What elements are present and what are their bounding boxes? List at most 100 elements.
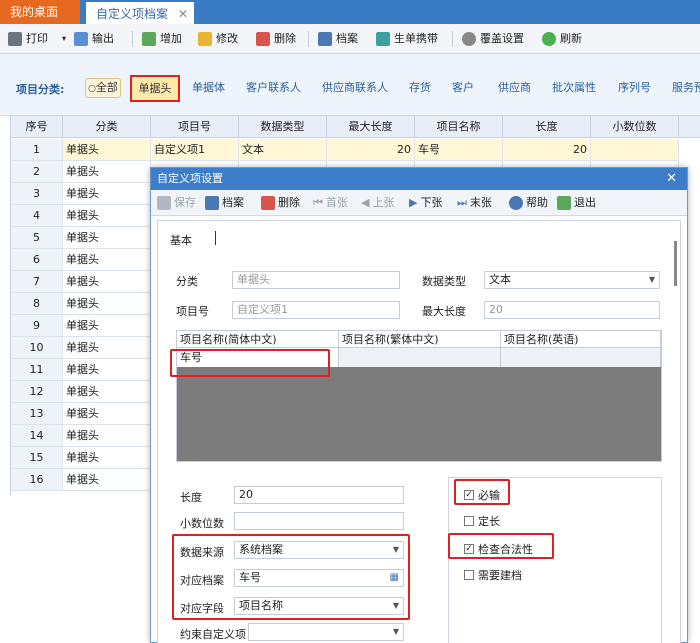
exit-icon <box>557 196 571 210</box>
add-button[interactable]: 增加 <box>142 30 182 48</box>
cell-name: 车号 <box>415 139 503 161</box>
dialog-body: 基本 分类 单据头 数据类型 文本 ▼ 项目号 自定义项1 最大长度 20 项目… <box>157 220 681 643</box>
col-header-name-en[interactable]: 项目名称(英语) <box>501 331 661 348</box>
save-button[interactable]: 保存 <box>157 195 196 211</box>
dialog-title-bar[interactable]: 自定义项设置 ✕ <box>151 168 687 190</box>
category-supplier-contact[interactable]: 供应商联系人 <box>322 79 388 95</box>
prev-icon: ◀ <box>361 196 370 209</box>
next-button[interactable]: ▶ 下张 <box>409 195 442 211</box>
dialog-title: 自定义项设置 <box>157 172 223 185</box>
cell-category: 单据头 <box>63 359 151 381</box>
category-doc-header[interactable]: 单据头 <box>130 75 180 102</box>
category-batch-attr[interactable]: 批次属性 <box>552 79 596 95</box>
radio-icon: ○ <box>88 84 96 94</box>
divider <box>132 31 133 47</box>
col-header-code[interactable]: 项目号 <box>151 116 239 138</box>
last-button[interactable]: ⏭ 末张 <box>457 195 492 211</box>
col-header-category[interactable]: 分类 <box>63 116 151 138</box>
chevron-down-icon[interactable]: ▾ <box>62 30 66 48</box>
gen-carrier-button[interactable]: 生单携带 <box>376 30 438 48</box>
refresh-button[interactable]: 刷新 <box>542 30 582 48</box>
checkbox-empty <box>464 570 474 580</box>
close-icon[interactable]: ✕ <box>178 2 188 26</box>
category-customer[interactable]: 客户 <box>452 79 474 95</box>
decimals-field[interactable] <box>234 512 404 530</box>
need-archive-checkbox[interactable]: 需要建档 <box>464 567 522 583</box>
scrollbar[interactable] <box>674 241 677 286</box>
cover-settings-button[interactable]: 覆盖设置 <box>462 30 524 48</box>
archive-button[interactable]: 档案 <box>318 30 358 48</box>
maxlen-field[interactable]: 20 <box>484 301 660 319</box>
row-number: 11 <box>11 359 63 381</box>
col-header-extra <box>679 116 700 138</box>
first-label: 首张 <box>325 196 348 209</box>
category-doc-body[interactable]: 单据体 <box>192 79 225 95</box>
dialog-delete-label: 删除 <box>278 196 300 209</box>
dialog-delete-button[interactable]: 删除 <box>261 195 300 211</box>
category-serial[interactable]: 序列号 <box>618 79 651 95</box>
tab-custom-item-archive[interactable]: 自定义项档案 ✕ <box>86 0 194 24</box>
cell-length: 20 <box>503 139 591 161</box>
col-header-name-tc[interactable]: 项目名称(繁体中文) <box>339 331 501 348</box>
col-header-decimals[interactable]: 小数位数 <box>591 116 679 138</box>
next-icon: ▶ <box>409 196 418 209</box>
delete-icon <box>261 196 275 210</box>
dialog-archive-button[interactable]: 档案 <box>205 195 244 211</box>
cell-category: 单据头 <box>63 447 151 469</box>
help-label: 帮助 <box>526 196 548 209</box>
tab-bar: 我的桌面 自定义项档案 ✕ <box>0 0 700 24</box>
prev-button[interactable]: ◀ 上张 <box>361 195 394 211</box>
dialog-archive-label: 档案 <box>222 196 244 209</box>
col-header-type[interactable]: 数据类型 <box>239 116 327 138</box>
col-header-name[interactable]: 项目名称 <box>415 116 503 138</box>
category-all[interactable]: ○全部 <box>85 78 121 98</box>
row-number: 1 <box>11 139 63 161</box>
save-label: 保存 <box>174 196 196 209</box>
category-inventory[interactable]: 存货 <box>409 79 431 95</box>
cover-settings-label: 覆盖设置 <box>480 32 524 45</box>
first-button[interactable]: ⏮ 首张 <box>313 195 348 211</box>
exit-button[interactable]: 退出 <box>557 195 596 211</box>
category-field[interactable]: 单据头 <box>232 271 400 289</box>
data-type-select[interactable]: 文本 ▼ <box>484 271 660 289</box>
name-en-cell[interactable] <box>501 348 661 367</box>
delete-label: 删除 <box>274 32 296 45</box>
col-header-name-sc[interactable]: 项目名称(简体中文) <box>177 331 339 348</box>
edit-button[interactable]: 修改 <box>198 30 238 48</box>
code-field[interactable]: 自定义项1 <box>232 301 400 319</box>
fixed-length-checkbox[interactable]: 定长 <box>464 513 500 529</box>
export-button[interactable]: 输出 <box>74 30 114 48</box>
row-number: 8 <box>11 293 63 315</box>
cell-decimals <box>591 139 679 161</box>
print-button[interactable]: 打印 ▾ <box>8 30 66 48</box>
category-supplier[interactable]: 供应商 <box>498 79 531 95</box>
highlight-box <box>448 533 554 559</box>
cell-category: 单据头 <box>63 139 151 161</box>
row-number: 5 <box>11 227 63 249</box>
divider <box>308 31 309 47</box>
constrain-select[interactable]: ▼ <box>248 623 404 641</box>
cell-category: 单据头 <box>63 205 151 227</box>
category-field-label: 分类 <box>176 275 198 288</box>
row-number: 4 <box>11 205 63 227</box>
help-button[interactable]: 帮助 <box>509 195 548 211</box>
category-customer-contact[interactable]: 客户联系人 <box>246 79 301 95</box>
row-number: 9 <box>11 315 63 337</box>
cell-category: 单据头 <box>63 315 151 337</box>
close-icon[interactable]: ✕ <box>666 168 677 190</box>
archive-label: 档案 <box>336 32 358 45</box>
col-header-maxlen[interactable]: 最大长度 <box>327 116 415 138</box>
col-header-length[interactable]: 长度 <box>503 116 591 138</box>
row-number: 13 <box>11 403 63 425</box>
delete-button[interactable]: 删除 <box>256 30 296 48</box>
cell-category: 单据头 <box>63 183 151 205</box>
tab-desktop[interactable]: 我的桌面 <box>0 0 80 24</box>
tab-basic[interactable]: 基本 <box>170 232 192 248</box>
col-header-no[interactable]: 序号 <box>11 116 63 138</box>
tab-custom-label: 自定义项档案 <box>96 7 169 21</box>
category-bar: 项目分类: ○全部 单据头 单据体 客户联系人 供应商联系人 存货 客户 供应商… <box>0 54 700 116</box>
length-field[interactable]: 20 <box>234 486 404 504</box>
tab-separator <box>215 231 216 245</box>
name-tc-cell[interactable] <box>339 348 501 367</box>
category-service[interactable]: 服务预 <box>672 79 700 95</box>
